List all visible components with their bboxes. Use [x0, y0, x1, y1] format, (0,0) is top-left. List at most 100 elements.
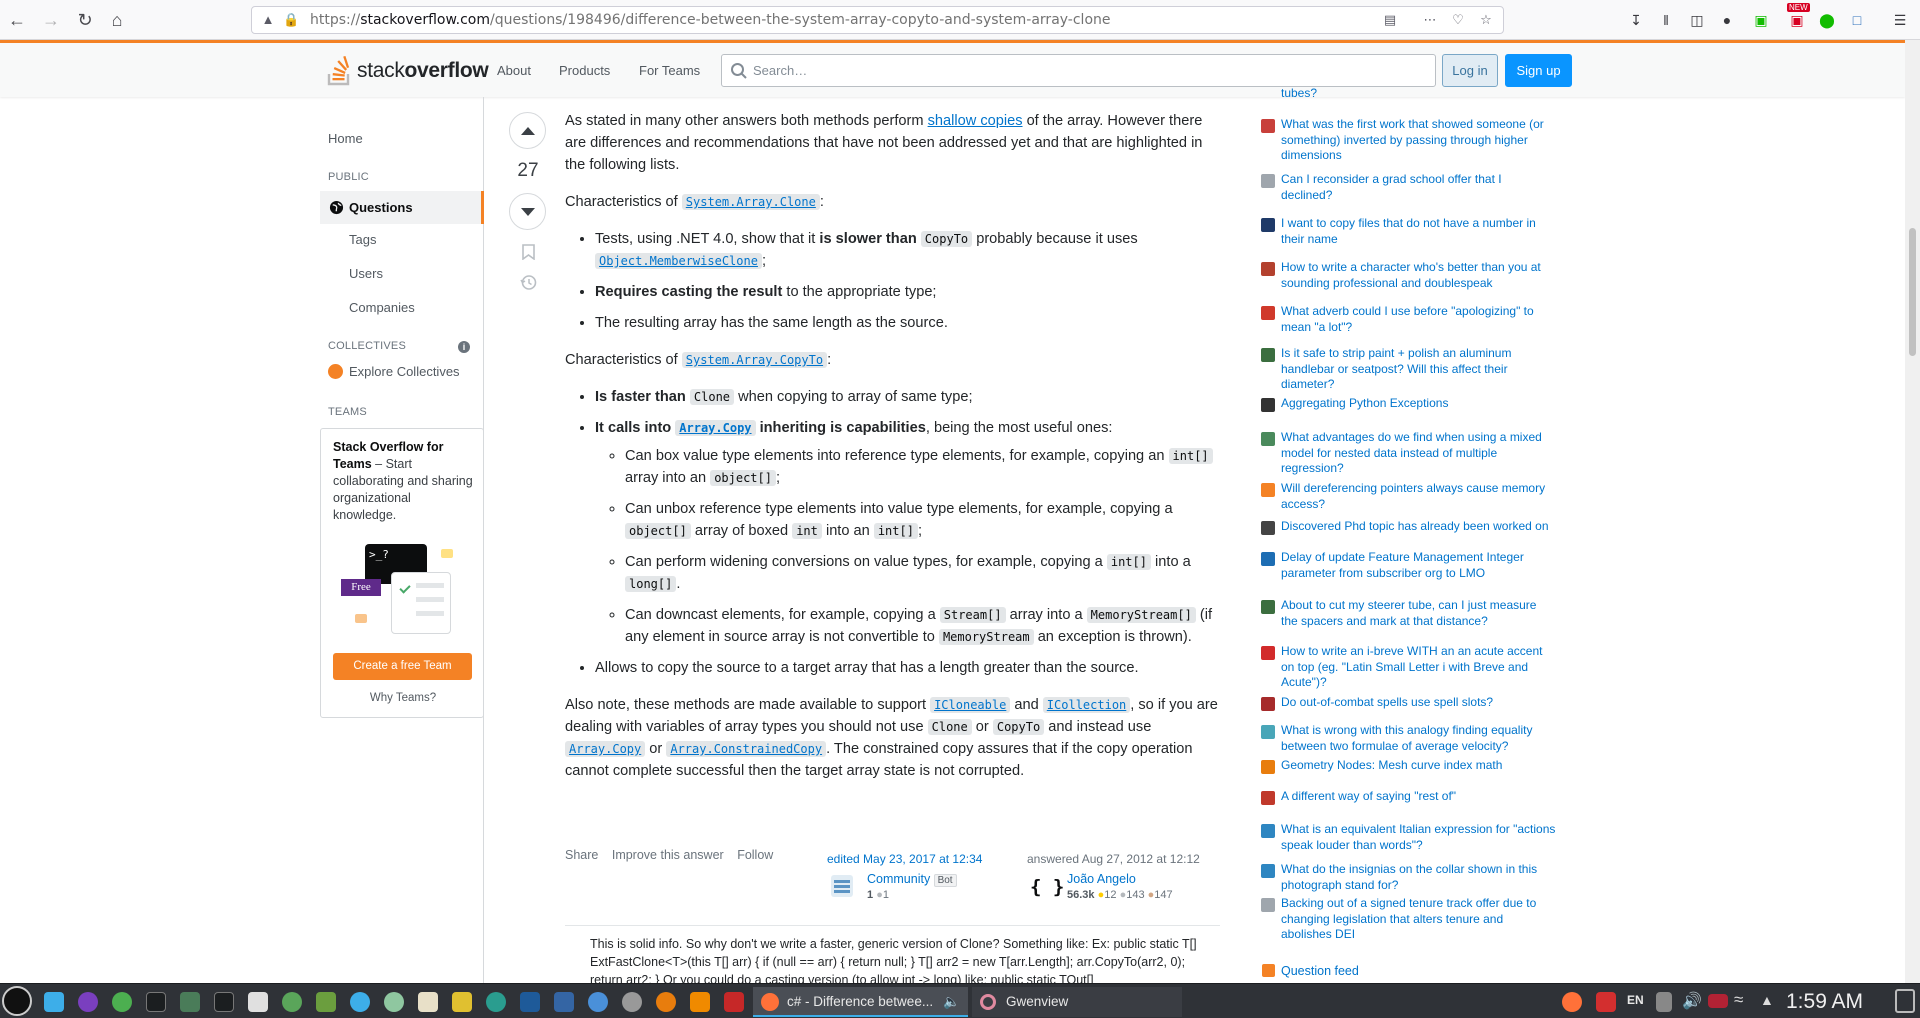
improve-answer-link[interactable]: Improve this answer: [612, 848, 724, 862]
community-avatar[interactable]: [831, 875, 853, 897]
system-array-copyto-link[interactable]: System.Array.CopyTo: [681, 352, 828, 368]
icloneable-link[interactable]: ICloneable: [930, 697, 1011, 713]
hnq-title[interactable]: Will dereferencing pointers always cause…: [1281, 481, 1556, 512]
browser-app-icon[interactable]: [350, 992, 370, 1012]
pocket-icon[interactable]: ♡: [1450, 12, 1466, 28]
vlc-icon[interactable]: [690, 992, 710, 1012]
hnq-title[interactable]: Aggregating Python Exceptions: [1281, 396, 1556, 412]
back-icon[interactable]: ←: [5, 8, 29, 32]
info-icon[interactable]: i: [458, 341, 470, 353]
hnq-title[interactable]: Geometry Nodes: Mesh curve index math: [1281, 758, 1556, 774]
nav-products[interactable]: Products: [559, 63, 610, 78]
app-launcher-icon[interactable]: [2, 986, 32, 1016]
downvote-button[interactable]: [509, 193, 546, 230]
flag-icon[interactable]: [1708, 994, 1728, 1008]
editor-name[interactable]: Community: [867, 872, 930, 886]
chat-icon[interactable]: [588, 992, 608, 1012]
share-link[interactable]: Share: [565, 848, 598, 862]
hnq-title[interactable]: Backing out of a signed tenure track off…: [1281, 896, 1556, 943]
hnq-title[interactable]: Can I reconsider a grad school offer tha…: [1281, 172, 1556, 203]
code-editor-icon[interactable]: [554, 992, 574, 1012]
account-icon[interactable]: ●: [1718, 11, 1736, 29]
create-team-button[interactable]: Create a free Team: [333, 653, 472, 680]
owner-name[interactable]: João Angelo: [1067, 872, 1136, 886]
document-icon[interactable]: [316, 992, 336, 1012]
sidebar-item-explore-collectives[interactable]: Explore Collectives: [349, 364, 460, 379]
home-icon[interactable]: ⌂: [105, 8, 129, 32]
stackoverflow-logo[interactable]: stackoverflow: [327, 55, 489, 87]
monitor-icon[interactable]: [214, 992, 234, 1012]
array-copy-link[interactable]: Array.Copy: [565, 741, 646, 757]
hnq-title[interactable]: A different way of saying "rest of": [1281, 789, 1556, 805]
reload-icon[interactable]: ↻: [73, 8, 97, 32]
hnq-title[interactable]: What adverb could I use before "apologiz…: [1281, 304, 1556, 335]
hnq-title[interactable]: How to write a character who's better th…: [1281, 260, 1556, 291]
extension-icon[interactable]: ▣: [1752, 11, 1770, 29]
shield-icon[interactable]: ▲: [260, 12, 276, 28]
menu-icon[interactable]: ☰: [1891, 11, 1909, 29]
emoji-icon[interactable]: [452, 992, 472, 1012]
network-icon[interactable]: [282, 992, 302, 1012]
hnq-title[interactable]: tubes?: [1281, 86, 1556, 102]
scrollbar-thumb[interactable]: [1909, 228, 1916, 356]
page-actions-icon[interactable]: ⋯: [1422, 12, 1438, 28]
web-icon[interactable]: [384, 992, 404, 1012]
nav-about[interactable]: About: [497, 63, 531, 78]
forward-icon[interactable]: →: [39, 8, 63, 32]
hnq-title[interactable]: What is an equivalent Italian expression…: [1281, 822, 1556, 853]
headphones-icon[interactable]: [622, 992, 642, 1012]
pdf-extension-icon[interactable]: □: [1848, 11, 1866, 29]
hnq-title[interactable]: What advantages do we find when using a …: [1281, 430, 1556, 477]
firefox-tray-icon[interactable]: [1562, 992, 1582, 1012]
settings-icon[interactable]: [248, 992, 268, 1012]
history-icon[interactable]: [520, 274, 537, 291]
extension-new-icon[interactable]: ▣: [1788, 11, 1806, 29]
sidebar-icon[interactable]: ◫: [1688, 11, 1706, 29]
downloads-icon[interactable]: ↧: [1627, 11, 1645, 29]
volume-icon[interactable]: 🔊: [1682, 991, 1702, 1011]
edited-time[interactable]: edited May 23, 2017 at 12:34: [827, 852, 982, 866]
array-constrainedcopy-link[interactable]: Array.ConstrainedCopy: [666, 741, 827, 757]
hnq-title[interactable]: What is wrong with this analogy finding …: [1281, 723, 1556, 754]
inkscape-icon[interactable]: [418, 992, 438, 1012]
url-text[interactable]: https://stackoverflow.com/questions/1984…: [310, 12, 1111, 28]
terminal-icon[interactable]: [146, 992, 166, 1012]
sidebar-item-home[interactable]: Home: [328, 131, 363, 146]
upvote-button[interactable]: [509, 112, 546, 149]
anydesk-tray-icon[interactable]: [1596, 992, 1616, 1012]
reader-view-icon[interactable]: ▤: [1382, 12, 1398, 28]
hnq-title[interactable]: What do the insignias on the collar show…: [1281, 862, 1556, 893]
system-array-clone-link[interactable]: System.Array.Clone: [681, 194, 820, 210]
taskbar-window-gwenview[interactable]: Gwenview: [972, 987, 1182, 1017]
pdf-reader-icon[interactable]: [724, 992, 744, 1012]
owner-avatar[interactable]: { }: [1030, 876, 1064, 898]
hnq-title[interactable]: Do out-of-combat spells use spell slots?: [1281, 695, 1556, 711]
search-box[interactable]: [721, 54, 1436, 87]
blender-icon[interactable]: [656, 992, 676, 1012]
hnq-title[interactable]: I want to copy files that do not have a …: [1281, 216, 1556, 247]
sidebar-item-users[interactable]: Users: [349, 266, 383, 281]
clock[interactable]: 1:59 AM: [1786, 990, 1863, 1014]
page-scrollbar[interactable]: [1905, 40, 1920, 983]
hnq-title[interactable]: How to write an i-breve WITH an an acute…: [1281, 644, 1556, 691]
hnq-title[interactable]: About to cut my steerer tube, can I just…: [1281, 598, 1556, 629]
tray-expand-icon[interactable]: ▲: [1760, 992, 1774, 1008]
icollection-link[interactable]: ICollection: [1042, 697, 1131, 713]
file-manager-icon[interactable]: [44, 992, 64, 1012]
hnq-title[interactable]: Is it safe to strip paint + polish an al…: [1281, 346, 1556, 393]
show-desktop-icon[interactable]: [1895, 989, 1915, 1013]
image-viewer-icon[interactable]: [180, 992, 200, 1012]
clipboard-icon[interactable]: [1656, 992, 1672, 1012]
lock-icon[interactable]: 🔒: [283, 12, 299, 28]
keyboard-layout[interactable]: EN: [1627, 993, 1644, 1007]
search-input[interactable]: [753, 63, 1413, 78]
wifi-icon[interactable]: ≈: [1734, 990, 1743, 1010]
array-copy-link[interactable]: Array.Copy: [675, 420, 756, 436]
hnq-title[interactable]: What was the first work that showed some…: [1281, 117, 1556, 164]
taskbar-window-firefox[interactable]: c# - Difference betwee... 🔈: [753, 987, 968, 1017]
grammar-extension-icon[interactable]: ⬤: [1818, 11, 1836, 29]
hnq-title[interactable]: Discovered Phd topic has already been wo…: [1281, 519, 1556, 535]
calculator-icon[interactable]: [486, 992, 506, 1012]
url-bar[interactable]: ▲ 🔒 https://stackoverflow.com/questions/…: [251, 6, 1504, 34]
tor-icon[interactable]: [78, 992, 98, 1012]
